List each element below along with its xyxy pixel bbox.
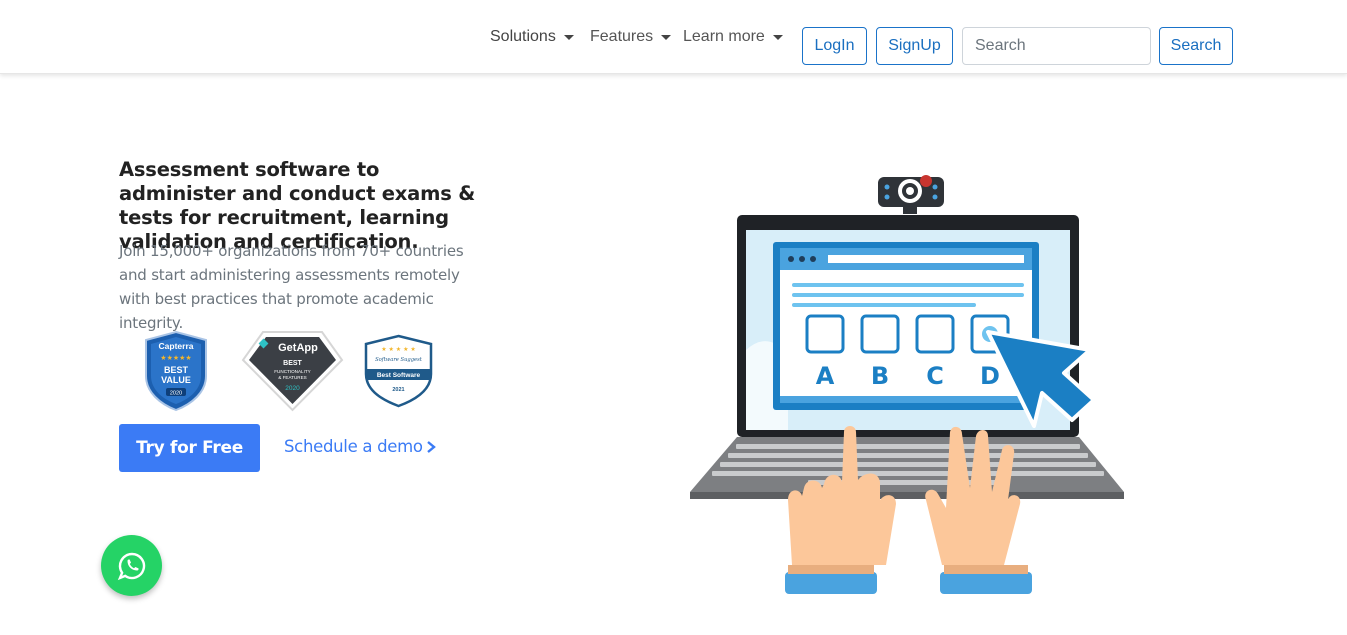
hero-subtitle: Join 15,000+ organizations from 70+ coun… <box>119 242 464 332</box>
nav-solutions-label: Solutions <box>490 28 556 45</box>
software-suggest-year: 2021 <box>392 387 404 393</box>
software-suggest-label: Best Software <box>377 372 421 379</box>
capterra-best-value-badge: Capterra ★★★★★ BEST VALUE 2020 <box>145 330 207 412</box>
getapp-year: 2020 <box>285 385 300 392</box>
software-suggest-brand: Software Suggest <box>375 357 423 363</box>
chevron-right-icon <box>426 440 436 453</box>
whatsapp-icon <box>117 552 145 580</box>
getapp-line2: FUNCTIONALITY <box>274 369 311 374</box>
try-for-free-button[interactable]: Try for Free <box>119 424 260 472</box>
capterra-line1: BEST <box>164 365 189 375</box>
star-rating-icon: ★★★★★ <box>160 354 191 362</box>
option-d: D <box>980 362 1000 390</box>
getapp-brand: GetApp <box>278 342 318 354</box>
signup-button[interactable]: SignUp <box>876 27 953 65</box>
option-c: C <box>926 362 944 390</box>
nav-solutions-dropdown[interactable]: Solutions <box>490 28 574 46</box>
software-suggest-badge: ★ ★ ★ ★ ★ Software Suggest Best Software… <box>364 334 433 408</box>
capterra-line2: VALUE <box>161 375 191 385</box>
login-button[interactable]: LogIn <box>802 27 867 65</box>
star-rating-icon: ★ ★ ★ ★ ★ <box>381 346 416 353</box>
top-navbar: Solutions Features Learn more LogIn Sign… <box>0 0 1347 74</box>
search-input[interactable] <box>962 27 1151 65</box>
whatsapp-chat-button[interactable] <box>101 535 162 596</box>
capterra-year: 2020 <box>170 391 182 397</box>
nav-learn-more-label: Learn more <box>683 28 765 45</box>
option-a: A <box>816 362 835 390</box>
nav-features-label: Features <box>590 28 654 45</box>
schedule-demo-label: Schedule a demo <box>284 437 423 456</box>
capterra-brand: Capterra <box>159 341 194 351</box>
laptop-exam-illustration: A B C D <box>690 175 1124 594</box>
getapp-line1: BEST <box>283 360 302 367</box>
option-b: B <box>871 362 889 390</box>
search-button[interactable]: Search <box>1159 27 1233 65</box>
chevron-down-icon <box>563 34 574 40</box>
schedule-demo-link[interactable]: Schedule a demo <box>284 437 436 456</box>
chevron-down-icon <box>772 34 783 40</box>
nav-features-dropdown[interactable]: Features <box>590 28 672 46</box>
nav-learn-more-dropdown[interactable]: Learn more <box>683 28 783 46</box>
getapp-line3: & FEATURES <box>278 375 307 380</box>
chevron-down-icon <box>661 34 672 40</box>
webcam-icon <box>878 175 944 214</box>
getapp-best-features-badge: GetApp BEST FUNCTIONALITY & FEATURES 202… <box>241 331 344 412</box>
